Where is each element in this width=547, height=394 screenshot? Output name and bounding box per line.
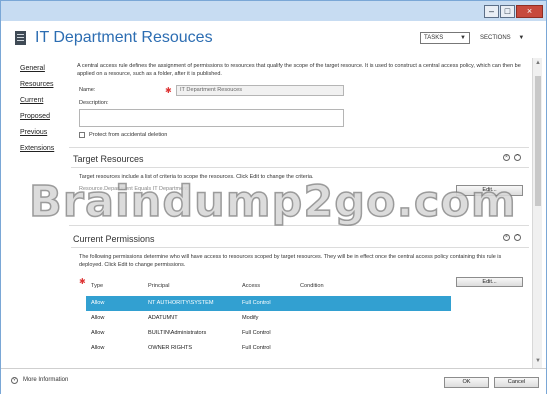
section-nav: General Resources Current Proposed Previ… xyxy=(20,65,65,161)
nav-item-proposed[interactable]: Proposed xyxy=(20,113,65,129)
nav-item-previous[interactable]: Previous xyxy=(20,129,65,145)
current-permissions-text: The following permissions determine who … xyxy=(79,254,502,268)
vertical-scrollbar[interactable]: ▲ ▼ xyxy=(532,58,542,368)
table-row[interactable]: Allow ADATUM\IT Modify xyxy=(86,311,451,326)
cell-type: Allow xyxy=(91,300,105,306)
current-permissions-heading: Current Permissions xyxy=(73,234,155,244)
divider xyxy=(71,247,529,248)
sections-label: SECTIONS xyxy=(480,35,511,41)
sections-dropdown[interactable]: SECTIONS ▼ xyxy=(480,32,524,44)
table-row[interactable]: Allow BUILTIN\Administrators Full Contro… xyxy=(86,326,451,341)
name-label: Name: xyxy=(79,87,96,93)
title-bar: – □ × xyxy=(1,1,546,21)
dialog-header: IT Department Resouces TASKS ▼ SECTIONS … xyxy=(15,29,535,55)
divider xyxy=(69,147,529,148)
column-header-access[interactable]: Access xyxy=(242,283,260,289)
collapse-section-icon[interactable]: ^ xyxy=(514,154,521,161)
column-header-principal[interactable]: Principal xyxy=(148,283,169,289)
dialog-footer: ˅ More Information OK Cancel xyxy=(1,368,546,394)
cell-principal: OWNER RIGHTS xyxy=(148,345,193,351)
table-row[interactable]: Allow NT AUTHORITY\SYSTEM Full Control xyxy=(86,296,451,311)
dialog-window: – □ × IT Department Resouces TASKS ▼ SEC… xyxy=(0,0,547,394)
divider xyxy=(71,167,529,168)
required-icon: ✱ xyxy=(79,277,86,286)
maximize-button[interactable]: □ xyxy=(500,5,515,18)
minimize-button[interactable]: – xyxy=(484,5,499,18)
nav-item-extensions[interactable]: Extensions xyxy=(20,145,65,161)
cell-access: Modify xyxy=(242,315,259,321)
cell-type: Allow xyxy=(91,345,105,351)
description-field[interactable] xyxy=(79,109,344,127)
column-header-type[interactable]: Type xyxy=(91,283,103,289)
close-button[interactable]: × xyxy=(516,5,543,18)
close-section-icon[interactable]: × xyxy=(503,234,510,241)
protect-label: Protect from accidental deletion xyxy=(89,132,168,138)
cell-principal: BUILTIN\Administrators xyxy=(148,330,207,336)
chevron-down-icon: ▼ xyxy=(518,35,525,41)
cell-access: Full Control xyxy=(242,330,271,336)
more-information-link[interactable]: More Information xyxy=(23,377,68,383)
tasks-dropdown[interactable]: TASKS ▼ xyxy=(420,32,470,44)
table-row[interactable]: Allow OWNER RIGHTS Full Control xyxy=(86,341,451,356)
ok-button[interactable]: OK xyxy=(444,377,489,388)
chevron-down-icon: ▼ xyxy=(460,35,466,41)
cell-type: Allow xyxy=(91,315,105,321)
required-icon: ✱ xyxy=(165,86,172,95)
cell-access: Full Control xyxy=(242,300,271,306)
cancel-button[interactable]: Cancel xyxy=(494,377,539,388)
close-section-icon[interactable]: × xyxy=(503,154,510,161)
general-description-text: A central access rule defines the assign… xyxy=(77,63,521,77)
scroll-up-icon[interactable]: ▲ xyxy=(535,60,541,66)
name-field[interactable]: IT Department Resouces xyxy=(176,85,344,96)
watermark: Braindump2go.com xyxy=(28,176,517,228)
cell-type: Allow xyxy=(91,330,105,336)
page-title: IT Department Resouces xyxy=(35,29,213,46)
tasks-label: TASKS xyxy=(424,35,444,41)
protect-checkbox[interactable] xyxy=(79,132,85,138)
collapse-section-icon[interactable]: ^ xyxy=(514,234,521,241)
edit-permissions-button[interactable]: Edit... xyxy=(456,277,523,287)
app-icon xyxy=(15,31,26,45)
nav-item-current[interactable]: Current xyxy=(20,97,65,113)
scrollbar-thumb[interactable] xyxy=(535,76,541,206)
cell-principal: ADATUM\IT xyxy=(148,315,178,321)
column-header-condition[interactable]: Condition xyxy=(300,283,324,289)
cell-access: Full Control xyxy=(242,345,271,351)
expand-icon[interactable]: ˅ xyxy=(11,377,18,384)
nav-item-resources[interactable]: Resources xyxy=(20,81,65,97)
description-label: Description: xyxy=(79,100,109,106)
scroll-down-icon[interactable]: ▼ xyxy=(535,358,541,364)
cell-principal: NT AUTHORITY\SYSTEM xyxy=(148,300,214,306)
table-header: Type Principal Access Condition xyxy=(86,280,451,294)
target-resources-heading: Target Resources xyxy=(73,154,144,164)
nav-item-general[interactable]: General xyxy=(20,65,65,81)
